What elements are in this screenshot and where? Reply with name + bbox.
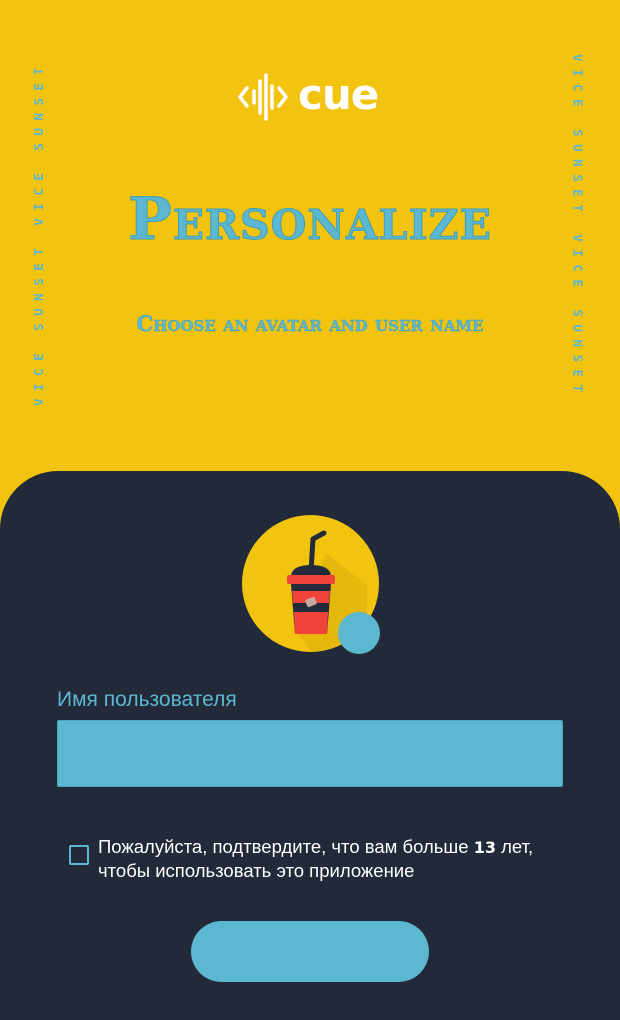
username-input[interactable] bbox=[57, 720, 563, 787]
logo-wordmark: cue bbox=[298, 70, 379, 119]
age-confirm-text-before: Пожалуйста, подтвердите, что вам больше bbox=[98, 836, 474, 857]
waveform-icon bbox=[238, 73, 288, 121]
age-confirm-label: Пожалуйста, подтвердите, что вам больше … bbox=[98, 835, 548, 882]
username-label: Имя пользователя bbox=[57, 688, 237, 711]
avatar-edit-badge[interactable] bbox=[338, 612, 380, 654]
age-confirm-checkbox[interactable] bbox=[69, 845, 89, 865]
page-subtitle: Choose an avatar and user name bbox=[136, 311, 484, 336]
submit-button[interactable] bbox=[191, 921, 429, 982]
app-logo: cue bbox=[238, 70, 379, 122]
age-number: 13 bbox=[473, 838, 496, 857]
page-title: Personalize bbox=[128, 185, 492, 253]
